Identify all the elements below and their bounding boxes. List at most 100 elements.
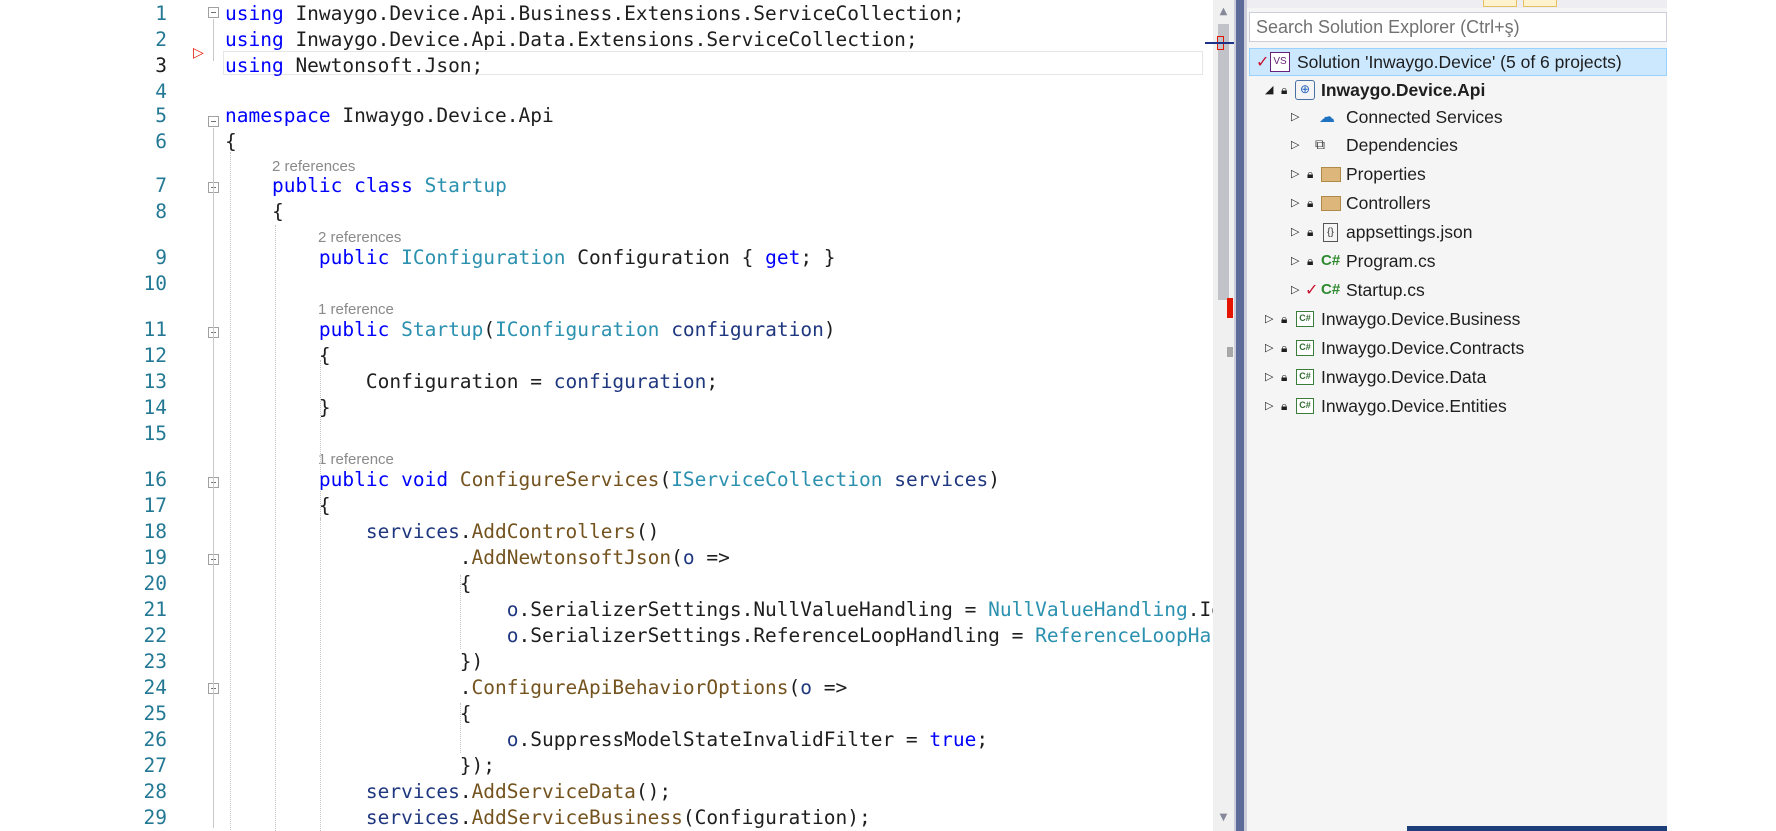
project-node-api[interactable]: ◢ 🔒︎ ⊕ Inwaygo.Device.Api [1249, 76, 1667, 104]
code-text: services.AddServiceBusiness(Configuratio… [225, 805, 871, 831]
project-node-data[interactable]: ▷ 🔒︎ C# Inwaygo.Device.Data [1249, 363, 1667, 391]
expand-arrow-icon[interactable]: ▷ [1265, 305, 1273, 333]
expand-arrow-icon[interactable]: ▷ [1291, 247, 1299, 275]
scroll-down-arrow-icon[interactable]: ▼ [1216, 812, 1231, 826]
code-line[interactable]: 9 public IConfiguration Configuration { … [0, 245, 1213, 271]
code-line[interactable]: 8 { [0, 199, 1213, 225]
solution-node[interactable]: ✓ VS Solution 'Inwaygo.Device' (5 of 6 p… [1249, 48, 1667, 76]
tree-item-controllers[interactable]: ▷ 🔒︎ Controllers [1249, 189, 1667, 217]
expand-arrow-icon[interactable]: ▷ [1291, 218, 1299, 246]
panel-splitter-bar[interactable] [1236, 0, 1244, 831]
codelens-references[interactable]: 1 reference [318, 300, 394, 320]
expand-arrow-icon[interactable]: ▷ [1265, 363, 1273, 391]
code-line[interactable]: 2 using Inwaygo.Device.Api.Data.Extension… [0, 27, 1213, 53]
code-line[interactable]: 5 namespace Inwaygo.Device.Api [0, 103, 1213, 129]
code-line[interactable]: 13 Configuration = configuration; [0, 369, 1213, 395]
code-text: public class Startup [225, 173, 507, 199]
expand-arrow-icon[interactable]: ▷ [1291, 160, 1299, 188]
tree-item-program-cs[interactable]: ▷ 🔒︎ C# Program.cs [1249, 247, 1667, 275]
tree-item-label: Inwaygo.Device.Contracts [1321, 338, 1525, 358]
code-line[interactable]: 25 { [0, 701, 1213, 727]
codelens-references[interactable]: 2 references [272, 157, 355, 177]
collapse-region-icon[interactable] [208, 116, 219, 127]
scrollbar-thumb[interactable] [1218, 24, 1229, 300]
code-line[interactable]: 6{ [0, 129, 1213, 155]
code-text: namespace Inwaygo.Device.Api [225, 103, 554, 129]
tree-item-dependencies[interactable]: ▷ ⧉ Dependencies [1249, 131, 1667, 159]
expand-arrow-icon[interactable]: ▷ [1265, 334, 1273, 362]
code-line[interactable]: 27 }); [0, 753, 1213, 779]
code-line[interactable]: 14 } [0, 395, 1213, 421]
code-token: Newtonsoft.Json; [283, 54, 484, 77]
code-line[interactable]: 18 services.AddControllers() [0, 519, 1213, 545]
expand-arrow-icon[interactable]: ▷ [1291, 131, 1299, 159]
code-text: o.SerializerSettings.NullValueHandling =… [225, 597, 1213, 623]
code-line[interactable]: 20 { [0, 571, 1213, 597]
code-line[interactable]: 23 }) [0, 649, 1213, 675]
tree-item-startup-cs[interactable]: ▷ ✓ C# Startup.cs [1249, 276, 1667, 304]
code-token: Configuration { [565, 246, 766, 269]
collapse-region-icon[interactable] [208, 7, 219, 18]
expand-arrow-icon[interactable]: ▷ [1291, 276, 1299, 304]
code-text: Configuration = configuration; [225, 369, 718, 395]
code-token: ( [788, 676, 801, 699]
code-line[interactable]: 16 public void ConfigureServices(IServic… [0, 467, 1213, 493]
scroll-up-arrow-icon[interactable]: ▲ [1216, 6, 1231, 20]
code-line[interactable]: 4 [0, 79, 1213, 105]
code-line[interactable]: 10 [0, 271, 1213, 297]
code-line[interactable]: 21 o.SerializerSettings.NullValueHandlin… [0, 597, 1213, 623]
code-line[interactable]: 24 .ConfigureApiBehaviorOptions(o => [0, 675, 1213, 701]
toolbar-button[interactable] [1523, 0, 1557, 7]
code-line[interactable]: 29 services.AddServiceBusiness(Configura… [0, 805, 1213, 831]
line-number: 13 [143, 370, 167, 393]
codelens-references[interactable]: 2 references [318, 228, 401, 248]
code-line[interactable]: 11 public Startup(IConfiguration configu… [0, 317, 1213, 343]
code-token: IConfiguration [401, 246, 566, 269]
project-node-contracts[interactable]: ▷ 🔒︎ C# Inwaygo.Device.Contracts [1249, 334, 1667, 362]
code-line[interactable]: 22 o.SerializerSettings.ReferenceLoopHan… [0, 623, 1213, 649]
tree-item-properties[interactable]: ▷ 🔒︎ Properties [1249, 160, 1667, 188]
project-node-entities[interactable]: ▷ 🔒︎ C# Inwaygo.Device.Entities [1249, 392, 1667, 420]
code-token: Startup [401, 318, 484, 341]
code-token: AddServiceData [471, 780, 636, 803]
code-token: .Ig [1187, 598, 1213, 621]
collapse-arrow-icon[interactable]: ◢ [1265, 76, 1273, 104]
toolbar-button[interactable] [1483, 0, 1517, 7]
code-token: ( [671, 546, 683, 569]
code-line[interactable]: 12 { [0, 343, 1213, 369]
code-line[interactable]: 7 public class Startup [0, 173, 1213, 199]
code-token: services [365, 806, 460, 829]
lock-icon: 🔒︎ [1307, 167, 1314, 181]
solution-explorer-search-input[interactable]: Search Solution Explorer (Ctrl+ş) [1249, 12, 1667, 42]
code-token: . [225, 546, 472, 569]
code-line[interactable]: 26 o.SuppressModelStateInvalidFilter = t… [0, 727, 1213, 753]
code-token: ( [659, 468, 672, 491]
code-editor[interactable]: ▷ 1 using Inwaygo.Device.Api.Business.Ext… [0, 0, 1213, 831]
code-token: o [682, 546, 695, 569]
tree-item-appsettings[interactable]: ▷ 🔒︎ {} appsettings.json [1249, 218, 1667, 246]
web-project-icon: ⊕ [1295, 80, 1315, 100]
code-token: { [225, 572, 472, 595]
dependencies-icon: ⧉ [1315, 137, 1325, 153]
code-line[interactable]: 1 using Inwaygo.Device.Api.Business.Exten… [0, 1, 1213, 27]
code-line[interactable]: 19 .AddNewtonsoftJson(o => [0, 545, 1213, 571]
codelens-references[interactable]: 1 reference [318, 450, 394, 470]
expand-arrow-icon[interactable]: ▷ [1265, 392, 1273, 420]
tree-item-connected-services[interactable]: ▷ ☁ Connected Services [1249, 103, 1667, 131]
outline-line [213, 19, 214, 61]
code-token: void [401, 468, 449, 491]
code-line[interactable]: 28 services.AddServiceData(); [0, 779, 1213, 805]
code-line[interactable]: 3 using Newtonsoft.Json; [0, 53, 1213, 79]
code-token: using [225, 2, 284, 25]
project-node-business[interactable]: ▷ 🔒︎ C# Inwaygo.Device.Business [1249, 305, 1667, 333]
expand-arrow-icon[interactable]: ▷ [1291, 103, 1299, 131]
expand-arrow-icon[interactable]: ▷ [1291, 189, 1299, 217]
code-token: true [929, 728, 977, 751]
code-line[interactable]: 15 [0, 421, 1213, 447]
outline-line [213, 128, 214, 828]
editor-vertical-scrollbar[interactable]: ▲ ▼ [1213, 0, 1234, 831]
code-line[interactable]: 17 { [0, 493, 1213, 519]
scroll-marker-error [1227, 298, 1233, 318]
csharp-project-icon: C# [1296, 398, 1314, 414]
code-text: { [225, 343, 331, 369]
